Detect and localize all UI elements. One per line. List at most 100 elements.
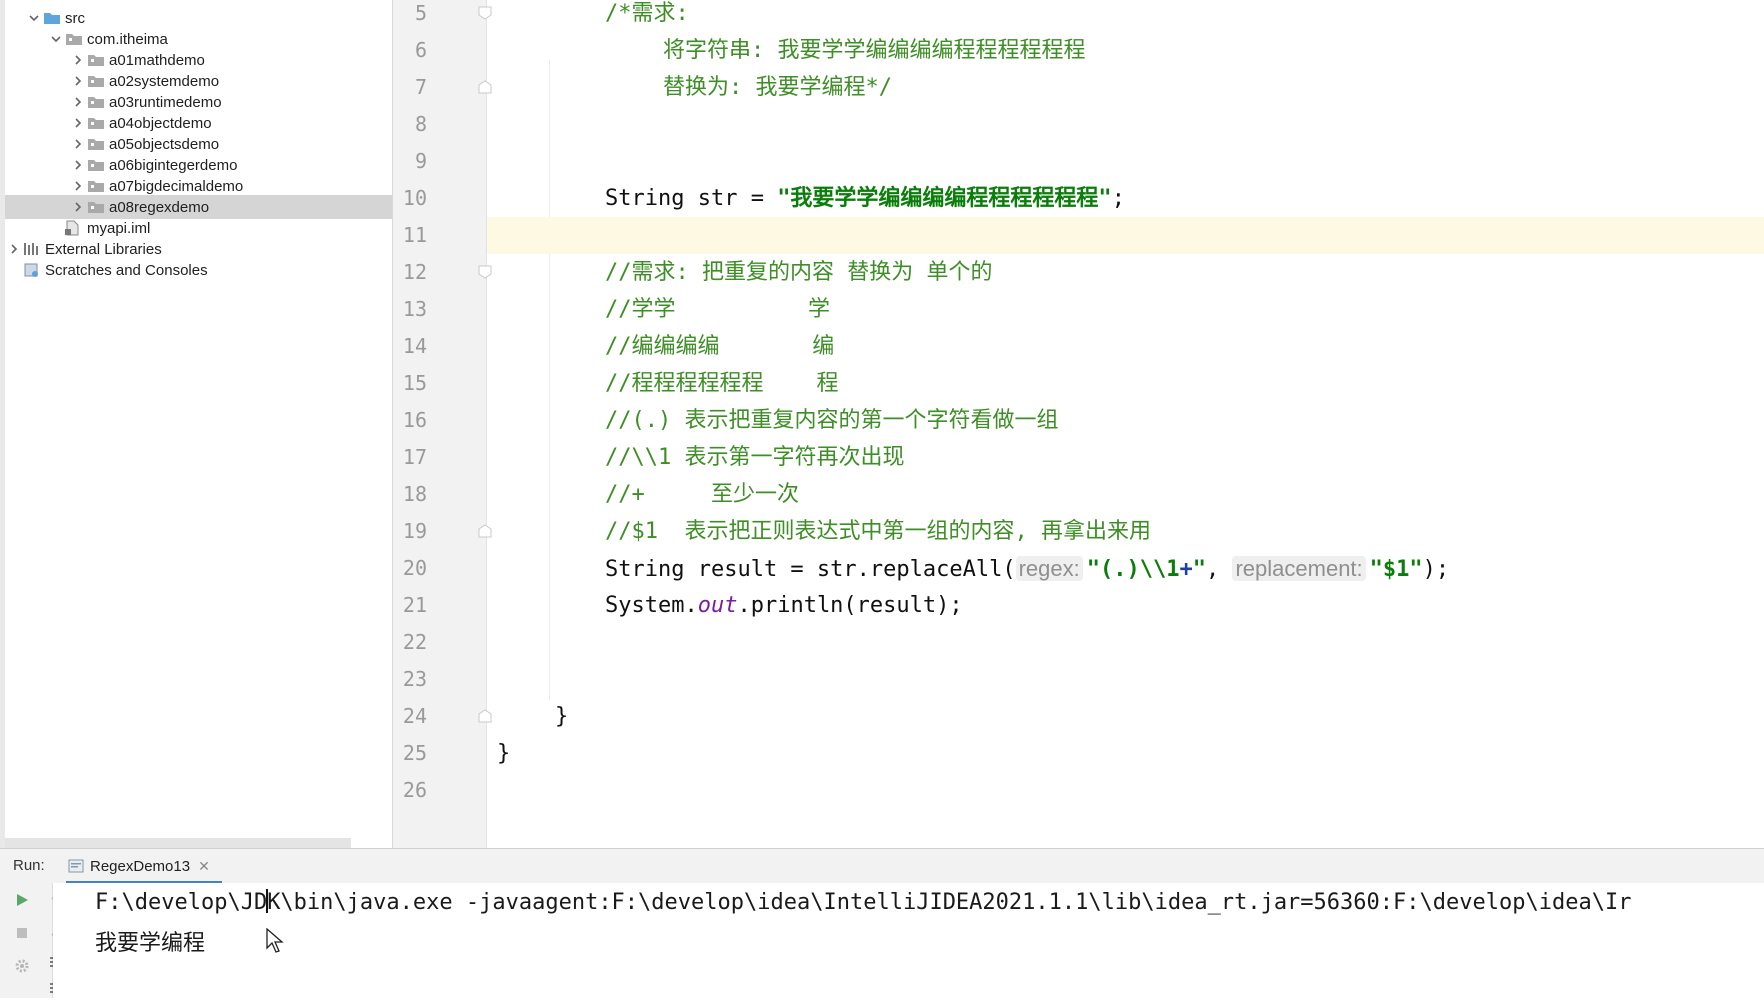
code-line[interactable]: 替换为: 我要学编程*/ bbox=[487, 69, 1764, 106]
package-icon bbox=[65, 31, 83, 47]
package-icon bbox=[87, 157, 105, 173]
line-number: 25 bbox=[402, 741, 427, 765]
line-number: 8 bbox=[414, 112, 427, 136]
run-toolbar bbox=[0, 883, 65, 998]
tree-item-label: a07bigdecimaldemo bbox=[109, 177, 244, 195]
code-line[interactable]: } bbox=[487, 735, 1764, 772]
line-number: 5 bbox=[414, 1, 427, 25]
closing-brace: } bbox=[555, 704, 569, 729]
package-icon bbox=[87, 52, 105, 68]
run-tab[interactable]: RegexDemo13 ✕ bbox=[62, 849, 222, 884]
console-output[interactable]: F:\develop\JDK\bin\java.exe -javaagent:F… bbox=[53, 883, 1764, 998]
source-folder-icon bbox=[43, 10, 61, 26]
parameter-hint-regex: regex: bbox=[1015, 556, 1083, 581]
comment-text: /*需求: bbox=[605, 1, 689, 26]
line-number: 10 bbox=[402, 186, 427, 210]
line-number: 23 bbox=[402, 667, 427, 691]
close-icon[interactable]: ✕ bbox=[198, 858, 210, 875]
code-line[interactable]: //程程程程程程 程 bbox=[487, 365, 1764, 402]
code-line[interactable]: //编编编编 编 bbox=[487, 328, 1764, 365]
line-number: 24 bbox=[402, 704, 427, 728]
console-output-line: 我要学编程 bbox=[95, 931, 206, 956]
code-line[interactable]: String str = "我要学学编编编编程程程程程程"; bbox=[487, 180, 1764, 217]
run-config-icon bbox=[68, 859, 84, 873]
line-number: 15 bbox=[402, 371, 427, 395]
code-line[interactable]: //学学 学 bbox=[487, 291, 1764, 328]
package-icon bbox=[87, 199, 105, 215]
comment-text: //\\1 表示第一字符再次出现 bbox=[605, 445, 905, 470]
line-number: 17 bbox=[402, 445, 427, 469]
line-number: 7 bbox=[414, 75, 427, 99]
code-line[interactable]: //需求: 把重复的内容 替换为 单个的 bbox=[487, 254, 1764, 291]
run-label: Run: bbox=[13, 857, 45, 874]
code-text: ); bbox=[1422, 557, 1450, 582]
code-line[interactable]: String result = str.replaceAll(regex: "(.… bbox=[487, 550, 1764, 587]
tree-horizontal-scrollbar[interactable] bbox=[5, 838, 351, 848]
static-field: out bbox=[697, 593, 738, 618]
code-line[interactable]: 将字符串: 我要学学编编编编程程程程程程 bbox=[487, 32, 1764, 69]
comment-text: //程程程程程程 程 bbox=[605, 371, 839, 396]
line-number: 18 bbox=[402, 482, 427, 506]
line-number: 11 bbox=[402, 223, 427, 247]
comment-text: 替换为: 我要学编程*/ bbox=[663, 75, 892, 100]
tree-item-label: a08regexdemo bbox=[109, 198, 210, 216]
code-line[interactable]: //$1 表示把正则表达式中第一组的内容, 再拿出来用 bbox=[487, 513, 1764, 550]
tree-item-label: a03runtimedemo bbox=[109, 93, 222, 111]
code-line[interactable]: //\\1 表示第一字符再次出现 bbox=[487, 439, 1764, 476]
string-literal: "我要学学编编编编程程程程程程" bbox=[777, 186, 1112, 211]
comment-text: //(.) 表示把重复内容的第一个字符看做一组 bbox=[605, 408, 1059, 433]
run-tab-label: RegexDemo13 bbox=[90, 857, 191, 875]
stop-icon[interactable] bbox=[9, 920, 35, 946]
comment-text: //+ 至少一次 bbox=[605, 482, 799, 507]
tree-item-label: Scratches and Consoles bbox=[45, 261, 208, 279]
line-number: 9 bbox=[414, 149, 427, 173]
package-icon bbox=[87, 115, 105, 131]
string-literal: "(.)\\1 bbox=[1086, 557, 1180, 582]
line-number: 6 bbox=[414, 38, 427, 62]
package-icon bbox=[87, 136, 105, 152]
code-text: ; bbox=[1111, 186, 1125, 211]
comment-text: //需求: 把重复的内容 替换为 单个的 bbox=[605, 260, 993, 285]
code-text: System. bbox=[605, 593, 698, 618]
settings-gear-icon[interactable] bbox=[9, 953, 35, 979]
string-literal: " bbox=[1192, 557, 1206, 582]
code-line[interactable]: System.out.println(result); bbox=[487, 587, 1764, 624]
parameter-hint-replacement: replacement: bbox=[1232, 556, 1366, 581]
tree-item-label: src bbox=[65, 9, 85, 27]
package-icon bbox=[87, 178, 105, 194]
project-tree: src com.itheima a01mathdemo a02systemdem… bbox=[0, 0, 393, 848]
comment-text: //学学 学 bbox=[605, 297, 830, 322]
tree-item-label: myapi.iml bbox=[87, 219, 151, 237]
comment-text: //$1 表示把正则表达式中第一组的内容, 再拿出来用 bbox=[605, 519, 1151, 544]
console-text: K\bin\java.exe -javaagent:F:\develop\ide… bbox=[267, 890, 1632, 915]
tree-item-label: a01mathdemo bbox=[109, 51, 205, 69]
tree-item-label: a02systemdemo bbox=[109, 72, 220, 90]
console-text: F:\develop\JD bbox=[95, 890, 268, 915]
code-text: , bbox=[1205, 557, 1233, 582]
tree-item-label: External Libraries bbox=[45, 240, 162, 258]
tree-item-label: a05objectsdemo bbox=[109, 135, 220, 153]
iml-file-icon bbox=[65, 220, 83, 236]
code-line[interactable]: //(.) 表示把重复内容的第一个字符看做一组 bbox=[487, 402, 1764, 439]
code-line[interactable]: } bbox=[487, 698, 1764, 735]
run-panel-header: Run: RegexDemo13 ✕ bbox=[0, 848, 1764, 884]
line-number: 12 bbox=[402, 260, 427, 284]
current-line-highlight[interactable] bbox=[487, 217, 1764, 254]
rerun-play-icon[interactable] bbox=[9, 887, 35, 913]
scratches-icon bbox=[23, 262, 41, 278]
line-number: 14 bbox=[402, 334, 427, 358]
closing-brace: } bbox=[497, 741, 511, 766]
code-text: .println(result); bbox=[737, 593, 963, 618]
line-number: 26 bbox=[402, 778, 427, 802]
code-line[interactable]: //+ 至少一次 bbox=[487, 476, 1764, 513]
tree-item-label: com.itheima bbox=[87, 30, 168, 48]
package-icon bbox=[87, 73, 105, 89]
code-text: String result = str.replaceAll( bbox=[605, 557, 1016, 582]
code-line[interactable]: /*需求: bbox=[487, 0, 1764, 32]
tree-item-scratches[interactable]: Scratches and Consoles bbox=[5, 258, 392, 282]
libraries-icon bbox=[23, 241, 41, 257]
mouse-pointer-icon bbox=[266, 927, 284, 958]
regex-quantifier: + bbox=[1179, 557, 1193, 582]
comment-text: 将字符串: 我要学学编编编编程程程程程程 bbox=[663, 38, 1086, 63]
line-number: 20 bbox=[402, 556, 427, 580]
